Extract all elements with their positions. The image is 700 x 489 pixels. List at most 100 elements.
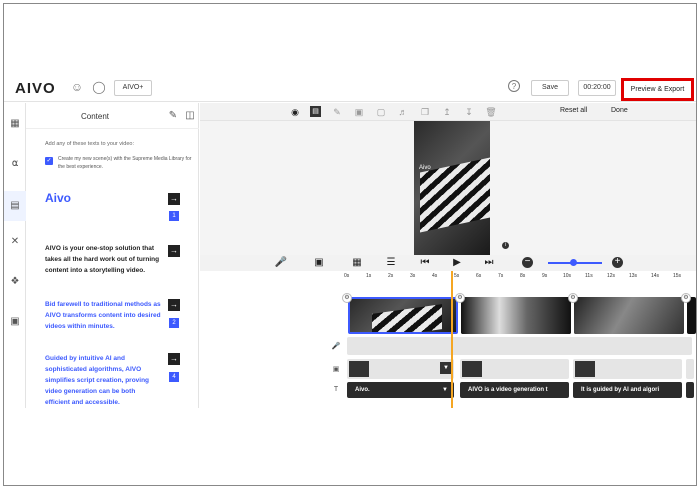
clip-settings-icon[interactable]: ⚙ xyxy=(455,293,465,303)
left-rail: ▦ ⍺ ▤ ✕ ❖ ▣ xyxy=(4,103,26,408)
focus-icon[interactable]: ▣ xyxy=(352,105,366,119)
ruler-tick: 15s xyxy=(673,273,682,279)
preview-export-button[interactable]: Preview & Export xyxy=(621,78,694,101)
video-clip[interactable] xyxy=(687,297,696,334)
timeline-controls: 🎤 ▣ ▦ ☰ ⏮ ▶ ⏭ − + xyxy=(200,255,696,271)
headphones-icon[interactable]: ⍺ xyxy=(4,153,26,175)
edit-pencil-icon[interactable]: ✎ xyxy=(330,105,344,119)
text-clip-label: AIVO is a video generation t xyxy=(468,387,548,393)
zoom-in-icon[interactable]: + xyxy=(612,257,623,268)
image-thumbnail xyxy=(575,361,595,377)
ruler-tick: 2s xyxy=(388,273,394,279)
scene-text: Guided by intuitive AI and sophisticated… xyxy=(45,355,150,406)
image-thumbnail xyxy=(462,361,482,377)
play-icon[interactable]: ▶ xyxy=(450,256,464,270)
ruler-tick: 8s xyxy=(520,273,526,279)
skip-forward-icon[interactable]: ⏭ xyxy=(482,256,496,270)
reset-all-button[interactable]: Reset all xyxy=(560,107,587,114)
skip-back-icon[interactable]: ⏮ xyxy=(418,256,432,270)
save-button[interactable]: Save xyxy=(531,80,569,96)
text-style-icon[interactable]: ▤ xyxy=(310,106,321,117)
top-header: AIVO ☺ ◯ AIVO+ ? Save 00:20:00 Preview &… xyxy=(4,72,696,102)
add-scene-arrow-icon[interactable]: → xyxy=(168,193,180,205)
panel-title: Content xyxy=(81,112,110,121)
text-track-icon: T xyxy=(333,386,339,393)
clip-settings-icon[interactable]: ⚙ xyxy=(681,293,691,303)
plan-button[interactable]: AIVO+ xyxy=(114,80,152,96)
ruler-tick: 11s xyxy=(585,273,593,279)
done-button[interactable]: Done xyxy=(611,107,628,114)
image-track-icon: ▣ xyxy=(332,366,340,373)
user-icon[interactable]: ☺ xyxy=(70,80,84,94)
ruler-tick: 1s xyxy=(366,273,372,279)
copy-icon[interactable]: ❐ xyxy=(418,105,432,119)
add-scene-arrow-icon[interactable]: → xyxy=(168,353,180,365)
video-watermark: Aivo xyxy=(419,165,431,171)
mic-track-icon: 🎤 xyxy=(331,343,341,350)
menu-icon[interactable]: ☰ xyxy=(384,256,398,270)
text-clip[interactable]: Aivo. ▼ xyxy=(347,382,454,398)
panel-header: Content ✎ ◫ xyxy=(26,103,199,129)
clip-settings-icon[interactable]: ⚙ xyxy=(342,293,352,303)
video-clip[interactable] xyxy=(461,297,571,334)
clip-thumbnail xyxy=(574,297,684,334)
ruler-tick: 10s xyxy=(563,273,572,279)
content-icon[interactable]: ▤ xyxy=(4,191,26,221)
badge-icon[interactable]: ◯ xyxy=(92,80,106,94)
zoom-slider-handle[interactable] xyxy=(570,259,577,266)
text-clip[interactable] xyxy=(686,382,694,398)
ruler-tick: 4s xyxy=(432,273,438,279)
volume-icon[interactable]: ♬ xyxy=(396,105,410,119)
edit-toolbar: ◉ ▤ ✎ ▣ ▢ ♬ ❐ ↥ ↧ 🗑 Reset all Done xyxy=(200,103,696,121)
text-clip-label: It is guided by AI and algori xyxy=(581,387,660,393)
preview-canvas: Aivo i xyxy=(200,121,696,255)
video-clip[interactable] xyxy=(348,297,458,334)
timeline-ruler[interactable]: 0s 1s 2s 3s 4s 5s 6s 7s 8s 9s 10s 11s 12… xyxy=(343,271,696,285)
text-clip[interactable]: It is guided by AI and algori xyxy=(573,382,682,398)
crop-icon[interactable]: ▢ xyxy=(374,105,388,119)
scene-text: Aivo xyxy=(45,191,72,205)
image-clip[interactable] xyxy=(686,359,694,379)
add-scene-arrow-icon[interactable]: → xyxy=(168,245,180,257)
image-clip[interactable] xyxy=(460,359,569,379)
chevron-down-icon[interactable]: ▼ xyxy=(442,382,448,398)
app-window: AIVO ☺ ◯ AIVO+ ? Save 00:20:00 Preview &… xyxy=(3,3,697,486)
ruler-tick: 6s xyxy=(476,273,482,279)
tag-icon[interactable]: ❖ xyxy=(4,271,26,293)
aivo-logo: AIVO xyxy=(15,80,56,97)
image-clip[interactable] xyxy=(573,359,682,379)
ruler-tick: 13s xyxy=(629,273,638,279)
timeline: ⚙ ⚙ ⚙ ⚙ 🎤 ▣ ▼ T Aivo. ▼ AIVO is a video … xyxy=(200,271,696,408)
playhead[interactable] xyxy=(451,271,453,408)
clip-thumbnail xyxy=(461,297,571,334)
edit-document-icon[interactable]: ✎ xyxy=(167,110,179,122)
ruler-tick: 0s xyxy=(344,273,350,279)
ruler-tick: 3s xyxy=(410,273,416,279)
delete-icon[interactable]: 🗑 xyxy=(484,105,498,119)
tools-icon[interactable]: ✕ xyxy=(4,231,26,253)
video-preview[interactable]: Aivo xyxy=(414,121,490,255)
media-settings-icon[interactable]: ▣ xyxy=(4,311,26,333)
move-down-icon[interactable]: ↧ xyxy=(462,105,476,119)
duration-display: 00:20:00 xyxy=(578,80,616,96)
move-up-icon[interactable]: ↥ xyxy=(440,105,454,119)
add-media-icon[interactable]: ▣ xyxy=(312,256,326,270)
image-clip[interactable]: ▼ xyxy=(347,359,454,379)
add-scene-arrow-icon[interactable]: → xyxy=(168,299,180,311)
text-clip[interactable]: AIVO is a video generation t xyxy=(460,382,569,398)
layout-icon[interactable]: ▦ xyxy=(4,113,26,135)
microphone-icon[interactable]: 🎤 xyxy=(274,256,288,270)
scene-text: Bid farewell to traditional methods as A… xyxy=(45,301,161,330)
supreme-library-checkbox[interactable]: ✓ xyxy=(45,157,53,165)
checkbox-label: Create my new scene(s) with the Supreme … xyxy=(58,156,192,170)
scene-text: AIVO is your one-stop solution that take… xyxy=(45,245,160,274)
help-icon[interactable]: ? xyxy=(508,80,520,92)
split-view-icon[interactable]: ◫ xyxy=(184,110,196,122)
grid-icon[interactable]: ▦ xyxy=(350,256,364,270)
clip-settings-icon[interactable]: ⚙ xyxy=(568,293,578,303)
audio-track[interactable] xyxy=(347,337,692,355)
video-clip[interactable] xyxy=(574,297,684,334)
info-icon[interactable]: i xyxy=(502,242,509,249)
zoom-out-icon[interactable]: − xyxy=(522,257,533,268)
palette-icon[interactable]: ◉ xyxy=(288,105,302,119)
